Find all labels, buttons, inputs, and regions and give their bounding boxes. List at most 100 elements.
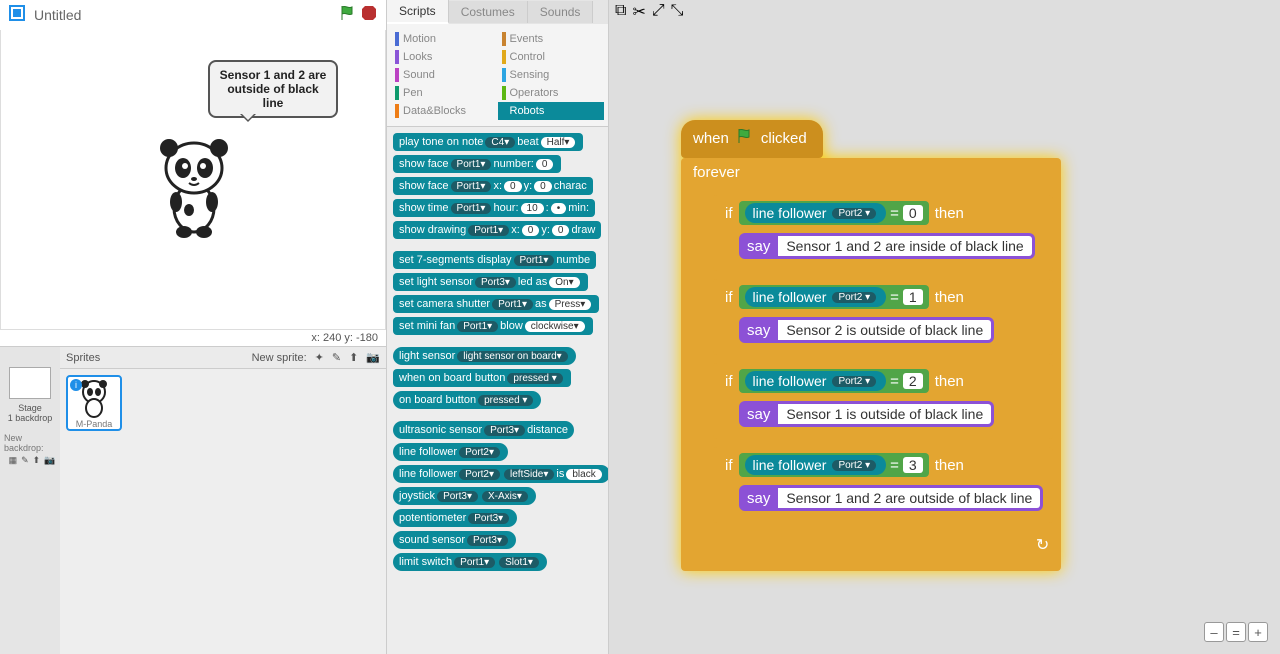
number-input[interactable]: 0 (903, 205, 923, 221)
equals-operator[interactable]: line follower Port2 ▾=1 (739, 285, 929, 309)
stage-column: Untitled Sensor 1 and 2 are outside of b… (0, 0, 387, 654)
say-block[interactable]: saySensor 1 and 2 are inside of black li… (739, 233, 1043, 259)
number-input[interactable]: 3 (903, 457, 923, 473)
sprites-panel: Stage 1 backdrop New backdrop: ▦ ✎ ⬆ 📷 S… (0, 347, 386, 654)
palette-block[interactable]: set mini fanPort1▾ blowclockwise▾ (393, 317, 593, 335)
green-flag-icon (735, 126, 755, 150)
palette-block[interactable]: line followerPort2▾leftSide▾ isblack (393, 465, 608, 483)
loop-arrow-icon: ↻ (681, 535, 1061, 555)
number-input[interactable]: 1 (903, 289, 923, 305)
equals-operator[interactable]: line follower Port2 ▾=3 (739, 453, 929, 477)
number-input[interactable]: 2 (903, 373, 923, 389)
line-follower-reporter[interactable]: line follower Port2 ▾ (745, 371, 887, 391)
sprite-thumbnail[interactable]: i M-Panda (66, 375, 122, 431)
forever-block[interactable]: forever ifline follower Port2 ▾=0thensay… (681, 158, 1061, 571)
say-block[interactable]: saySensor 1 is outside of black line (739, 401, 1043, 427)
palette-block[interactable]: show drawingPort1▾ x:0 y:0 draw (393, 221, 601, 239)
equals-operator[interactable]: line follower Port2 ▾=0 (739, 201, 929, 225)
palette-block[interactable]: ultrasonic sensorPort3▾ distance (393, 421, 574, 439)
zoom-in-icon[interactable]: + (1248, 622, 1268, 642)
palette-block[interactable]: play tone on noteC4▾ beatHalf▾ (393, 133, 583, 151)
category-sound[interactable]: Sound (391, 66, 498, 84)
say-text[interactable]: Sensor 2 is outside of black line (778, 317, 994, 343)
palette-block[interactable]: show facePort1▾ number:0 (393, 155, 561, 173)
stage-thumbnail[interactable] (9, 367, 51, 399)
category-datablocks[interactable]: Data&Blocks (391, 102, 498, 120)
if-block[interactable]: ifline follower Port2 ▾=0thensaySensor 1… (713, 195, 1053, 271)
say-block[interactable]: saySensor 1 and 2 are outside of black l… (739, 485, 1043, 511)
category-motion[interactable]: Motion (391, 30, 498, 48)
stage-label: Stage (18, 403, 42, 413)
zoom-reset-icon[interactable]: = (1226, 622, 1246, 642)
category-pen[interactable]: Pen (391, 84, 498, 102)
backdrop-paint-icon[interactable]: ✎ (21, 455, 29, 466)
sprite-paint-icon[interactable]: ✎ (332, 351, 341, 364)
palette-block[interactable]: light sensorlight sensor on board▾ (393, 347, 576, 365)
hat-block[interactable]: when clicked (681, 120, 823, 158)
palette-block[interactable]: when on board buttonpressed ▾ (393, 369, 571, 387)
palette-block[interactable]: show facePort1▾ x:0 y:0 charac (393, 177, 593, 195)
sprite-name: M-Panda (68, 419, 120, 429)
category-looks[interactable]: Looks (391, 48, 498, 66)
new-backdrop-label: New backdrop: (0, 433, 60, 453)
sprite-camera-icon[interactable]: 📷 (366, 351, 380, 364)
block-categories: MotionEventsLooksControlSoundSensingPenO… (387, 24, 608, 127)
palette-block[interactable]: potentiometerPort3▾ (393, 509, 517, 527)
scripts-canvas[interactable]: when clicked forever ifline follower Por… (609, 24, 1280, 654)
backdrop-count: 1 backdrop (8, 413, 53, 423)
speech-bubble: Sensor 1 and 2 are outside of black line (208, 60, 338, 118)
stage-area[interactable]: Sensor 1 and 2 are outside of black line (0, 30, 386, 330)
category-events[interactable]: Events (498, 30, 605, 48)
tab-scripts[interactable]: Scripts (387, 0, 449, 24)
backdrop-library-icon[interactable]: ▦ (9, 455, 18, 466)
palette-block[interactable]: set camera shutterPort1▾ asPress▾ (393, 295, 599, 313)
palette-block[interactable]: set 7-segments displayPort1▾ numbe (393, 251, 596, 269)
zoom-out-icon[interactable]: – (1204, 622, 1224, 642)
palette-block[interactable]: sound sensorPort3▾ (393, 531, 516, 549)
line-follower-reporter[interactable]: line follower Port2 ▾ (745, 203, 887, 223)
new-sprite-label: New sprite: (252, 352, 307, 364)
expand-icon[interactable] (8, 4, 26, 27)
stage-thumb-column: Stage 1 backdrop New backdrop: ▦ ✎ ⬆ 📷 (0, 347, 60, 654)
stage-coords: x: 240 y: -180 (0, 330, 386, 347)
stamp-icon[interactable]: ⧉ (615, 2, 626, 22)
palette-block[interactable]: on board buttonpressed ▾ (393, 391, 541, 409)
palette-block[interactable]: limit switchPort1▾Slot1▾ (393, 553, 547, 571)
stage-header: Untitled (0, 0, 386, 30)
grow-icon[interactable]: ⤢ (652, 2, 665, 22)
say-text[interactable]: Sensor 1 and 2 are inside of black line (778, 233, 1034, 259)
palette-column: Scripts Costumes Sounds MotionEventsLook… (387, 0, 609, 654)
backdrop-camera-icon[interactable]: 📷 (44, 455, 55, 466)
say-block[interactable]: saySensor 2 is outside of black line (739, 317, 1043, 343)
if-block[interactable]: ifline follower Port2 ▾=1thensaySensor 2… (713, 279, 1053, 355)
scripts-column: ⧉ ✂ ⤢ ⤡ x: -12 y: -12 when clicked forev… (609, 0, 1280, 654)
stop-icon[interactable] (360, 4, 378, 27)
script-stack[interactable]: when clicked forever ifline follower Por… (681, 120, 1061, 571)
equals-operator[interactable]: line follower Port2 ▾=2 (739, 369, 929, 393)
palette-block[interactable]: joystickPort3▾X-Axis▾ (393, 487, 536, 505)
say-text[interactable]: Sensor 1 and 2 are outside of black line (778, 485, 1043, 511)
editor-tabs: Scripts Costumes Sounds (387, 0, 608, 24)
category-robots[interactable]: Robots (498, 102, 605, 120)
palette-block[interactable]: set light sensorPort3▾ led asOn▾ (393, 273, 588, 291)
sprite-info-icon[interactable]: i (70, 379, 82, 391)
backdrop-upload-icon[interactable]: ⬆ (33, 455, 41, 466)
palette-block[interactable]: show timePort1▾ hour:10 :• min: (393, 199, 595, 217)
shrink-icon[interactable]: ⤡ (671, 2, 684, 22)
panda-sprite[interactable] (154, 130, 234, 240)
green-flag-icon[interactable] (338, 3, 358, 28)
category-operators[interactable]: Operators (498, 84, 605, 102)
line-follower-reporter[interactable]: line follower Port2 ▾ (745, 455, 887, 475)
if-block[interactable]: ifline follower Port2 ▾=3thensaySensor 1… (713, 447, 1053, 523)
say-text[interactable]: Sensor 1 is outside of black line (778, 401, 994, 427)
palette-block[interactable]: line followerPort2▾ (393, 443, 508, 461)
sprite-library-icon[interactable]: ✦ (315, 351, 324, 364)
category-control[interactable]: Control (498, 48, 605, 66)
category-sensing[interactable]: Sensing (498, 66, 605, 84)
tab-sounds[interactable]: Sounds (528, 1, 594, 23)
cut-icon[interactable]: ✂ (632, 2, 645, 22)
if-block[interactable]: ifline follower Port2 ▾=2thensaySensor 1… (713, 363, 1053, 439)
sprite-upload-icon[interactable]: ⬆ (349, 351, 358, 364)
tab-costumes[interactable]: Costumes (449, 1, 528, 23)
line-follower-reporter[interactable]: line follower Port2 ▾ (745, 287, 887, 307)
